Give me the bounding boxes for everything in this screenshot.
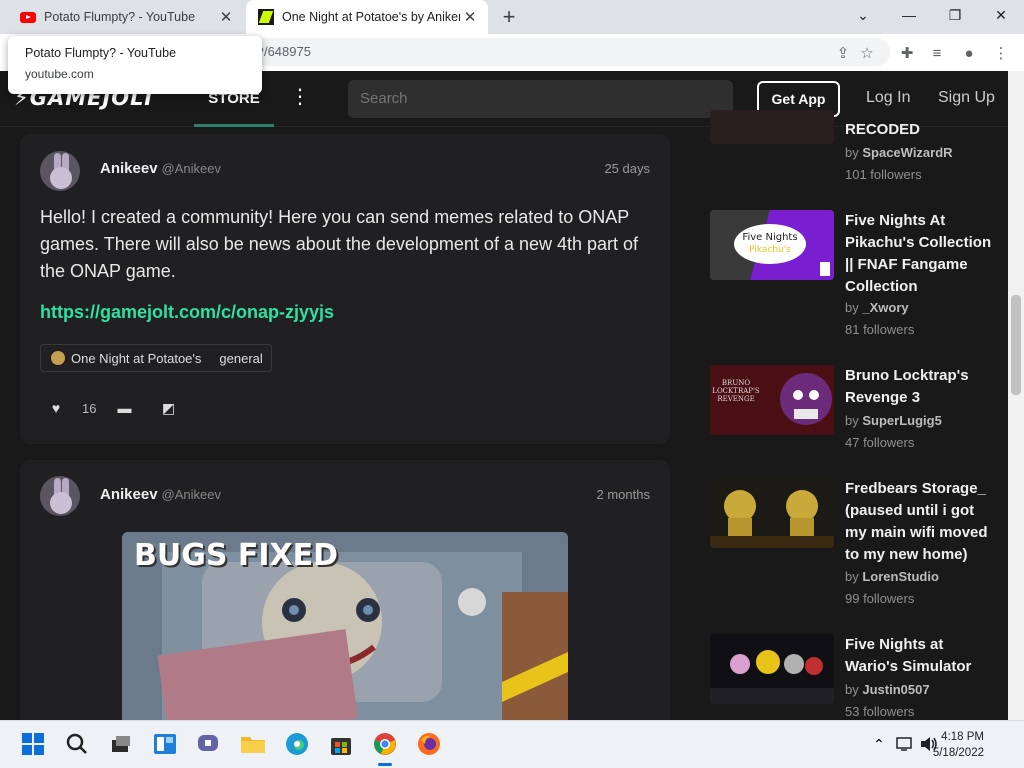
heart-icon[interactable]: ♥ — [48, 400, 64, 416]
tab-search-icon[interactable]: ⌄ — [840, 0, 886, 30]
comment-icon[interactable]: ▬ — [116, 400, 132, 416]
game-title[interactable]: RECODED — [845, 119, 995, 141]
search-icon[interactable] — [64, 731, 90, 757]
post-author[interactable]: Anikeev @Anikeev — [100, 160, 221, 177]
profile-avatar-icon[interactable]: ● — [958, 42, 980, 64]
svg-text:Five Nights: Five Nights — [742, 232, 797, 243]
tab-title: Potato Flumpty? - YouTube — [44, 10, 196, 24]
file-explorer-icon[interactable] — [240, 731, 266, 757]
avatar[interactable] — [40, 476, 80, 516]
game-followers: 99 followers — [845, 591, 915, 606]
browser-tab-strip: Potato Flumpty? - YouTube ✕ One Night at… — [0, 0, 1024, 34]
new-tab-button[interactable]: + — [496, 5, 522, 29]
post-image[interactable]: BUGS FIXED — [122, 532, 568, 732]
channel-name: general — [219, 350, 263, 366]
post-body: Hello! I created a community! Here you c… — [40, 207, 639, 281]
clock-time: 4:18 PM — [941, 731, 984, 743]
login-link[interactable]: Log In — [866, 89, 910, 107]
windows-taskbar: ⌃ 4:18 PM 5/18/2022 — [0, 720, 1024, 768]
youtube-icon — [20, 9, 36, 25]
microsoft-store-icon[interactable] — [328, 731, 354, 757]
game-thumbnail[interactable] — [710, 110, 834, 144]
post-handle[interactable]: @Anikeev — [162, 487, 221, 502]
game-followers: 81 followers — [845, 322, 915, 337]
gamejolt-icon — [258, 9, 274, 25]
share-post-icon[interactable]: ◩ — [160, 400, 176, 416]
game-title[interactable]: Five Nights At Pikachu's Collection || F… — [845, 210, 995, 298]
post-card: Anikeev @Anikeev 25 days Hello! I created… — [20, 134, 670, 444]
game-thumbnail[interactable] — [710, 478, 834, 548]
widgets-icon[interactable] — [152, 731, 178, 757]
game-thumbnail[interactable]: Five Nights Pikachu's — [710, 210, 834, 280]
post-author[interactable]: Anikeev @Anikeev — [100, 486, 221, 503]
windows-start-icon[interactable] — [20, 731, 46, 757]
system-clock[interactable]: 4:18 PM 5/18/2022 — [933, 729, 984, 761]
post-link[interactable]: https://gamejolt.com/c/onap-zjyyjs — [40, 302, 334, 323]
game-followers: 101 followers — [845, 167, 922, 182]
firefox-icon[interactable] — [416, 731, 442, 757]
close-icon[interactable]: ✕ — [460, 7, 480, 27]
active-app-indicator — [378, 763, 392, 766]
signup-link[interactable]: Sign Up — [938, 89, 995, 107]
tab-youtube[interactable]: Potato Flumpty? - YouTube ✕ — [8, 0, 244, 34]
game-author[interactable]: by SpaceWizardR — [845, 145, 953, 160]
post-date[interactable]: 2 months — [597, 487, 650, 502]
bookmark-star-icon[interactable]: ☆ — [856, 42, 878, 64]
extensions-icon[interactable]: ✚ — [896, 42, 918, 64]
close-window-button[interactable]: ✕ — [978, 0, 1024, 30]
community-name: One Night at Potatoe's — [71, 350, 202, 366]
game-author[interactable]: by SuperLugig5 — [845, 413, 942, 428]
post-actions: ♥ 16 ▬ ◩ — [48, 400, 176, 417]
edge-browser-icon[interactable] — [284, 731, 310, 757]
address-bar[interactable]: es/TP/648975 — [230, 38, 890, 66]
game-followers: 53 followers — [845, 704, 915, 719]
like-count: 16 — [82, 400, 97, 416]
task-view-icon[interactable] — [108, 731, 134, 757]
more-options-icon[interactable]: ⋮ — [290, 85, 310, 113]
svg-text:LOCKTRAP'S: LOCKTRAP'S — [712, 387, 760, 395]
teams-chat-icon[interactable] — [196, 731, 222, 757]
svg-text:Pikachu's: Pikachu's — [749, 245, 791, 255]
game-thumbnail[interactable] — [710, 634, 834, 704]
game-title[interactable]: Fredbears Storage_ (paused until i got m… — [845, 478, 995, 566]
chevron-up-icon[interactable]: ⌃ — [866, 731, 892, 757]
post-card: Anikeev @Anikeev 2 months BUGS FIXED — [20, 460, 670, 732]
share-icon[interactable]: ⇪ — [832, 42, 854, 64]
game-author[interactable]: by LorenStudio — [845, 569, 939, 584]
network-icon[interactable] — [892, 731, 918, 757]
game-followers: 47 followers — [845, 435, 915, 450]
close-icon[interactable]: ✕ — [216, 7, 236, 27]
tab-title: One Night at Potatoe's by Aniken — [282, 10, 460, 24]
tooltip-title: Potato Flumpty? - YouTube — [25, 46, 177, 60]
game-title[interactable]: Bruno Locktrap's Revenge 3 — [845, 365, 995, 409]
chrome-icon[interactable] — [372, 731, 398, 757]
image-caption: BUGS FIXED — [134, 538, 339, 573]
game-author[interactable]: by Justin0507 — [845, 682, 930, 697]
game-title[interactable]: Five Nights at Wario's Simulator — [845, 634, 995, 678]
community-tag[interactable]: One Night at Potatoe's general — [40, 344, 272, 372]
media-control-icon[interactable]: ≡ — [926, 42, 948, 64]
clock-date: 5/18/2022 — [932, 747, 984, 759]
tab-gamejolt[interactable]: One Night at Potatoe's by Aniken ✕ — [246, 0, 488, 34]
tab-hover-tooltip: Potato Flumpty? - YouTube youtube.com — [8, 36, 262, 94]
svg-text:BRUNO: BRUNO — [722, 379, 750, 387]
svg-text:REVENGE: REVENGE — [717, 395, 754, 403]
game-thumbnail[interactable]: BRUNO LOCKTRAP'S REVENGE — [710, 365, 834, 435]
minimize-button[interactable]: — — [886, 0, 932, 30]
post-handle[interactable]: @Anikeev — [162, 161, 221, 176]
avatar[interactable] — [40, 151, 80, 191]
post-date[interactable]: 25 days — [604, 161, 650, 176]
tooltip-domain: youtube.com — [25, 67, 94, 81]
game-author[interactable]: by _Xwory — [845, 300, 909, 315]
page-scrollbar[interactable] — [1008, 71, 1024, 720]
search-input[interactable] — [348, 80, 733, 118]
potato-icon — [51, 351, 65, 365]
restore-button[interactable]: ❐ — [932, 0, 978, 30]
menu-kebab-icon[interactable]: ⋮ — [990, 42, 1012, 64]
scrollbar-thumb[interactable] — [1011, 295, 1021, 395]
